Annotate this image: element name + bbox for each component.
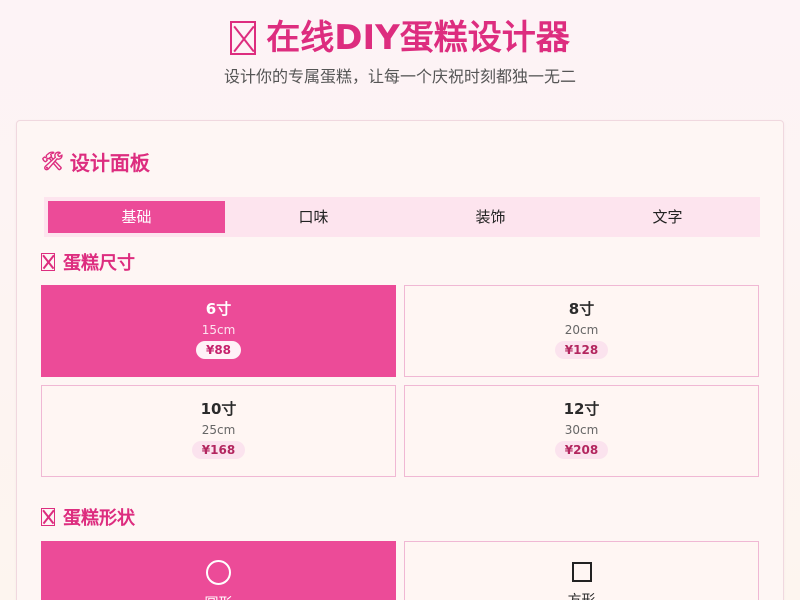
page-title-text: 在线DIY蛋糕设计器	[266, 18, 570, 58]
size-options-grid: 6寸 15cm ¥88 8寸 20cm ¥128 10寸 25cm ¥168 1…	[41, 285, 759, 477]
size-option-6[interactable]: 6寸 15cm ¥88	[41, 285, 396, 377]
size-price-badge: ¥168	[191, 441, 246, 459]
tab-flavor[interactable]: 口味	[225, 201, 402, 233]
size-diameter: 30cm	[564, 423, 599, 437]
size-option-8[interactable]: 8寸 20cm ¥128	[404, 285, 759, 377]
shape-option-round[interactable]: 圆形	[41, 541, 396, 600]
size-label: 10寸	[200, 400, 237, 418]
page-title: 在线DIY蛋糕设计器	[0, 16, 800, 60]
size-label: 6寸	[205, 300, 232, 318]
shape-label: 方形	[405, 590, 758, 600]
design-panel: 🛠 设计面板 基础 口味 装饰 文字 蛋糕尺寸 6寸 15cm ¥88 8寸 2…	[16, 120, 784, 600]
size-price-badge: ¥128	[554, 341, 609, 359]
size-price-badge: ¥88	[195, 341, 242, 359]
size-label: 12寸	[563, 400, 600, 418]
size-diameter: 25cm	[201, 423, 236, 437]
size-diameter: 15cm	[201, 323, 236, 337]
panel-title-text: 设计面板	[69, 151, 150, 175]
shape-section-title: 蛋糕形状	[41, 504, 135, 530]
cake-placeholder-icon	[230, 21, 257, 55]
tab-basic[interactable]: 基础	[48, 201, 225, 233]
size-diameter: 20cm	[564, 323, 599, 337]
tab-text[interactable]: 文字	[579, 201, 756, 233]
shape-option-square[interactable]: 方形	[404, 541, 759, 600]
size-section-title: 蛋糕尺寸	[41, 249, 135, 275]
shape-label: 圆形	[42, 593, 395, 600]
page-subtitle: 设计你的专属蛋糕，让每一个庆祝时刻都独一无二	[223, 67, 576, 86]
tab-decoration[interactable]: 装饰	[402, 201, 579, 233]
tools-icon: 🛠	[41, 151, 64, 172]
size-label: 8寸	[568, 300, 595, 318]
size-section-title-text: 蛋糕尺寸	[63, 253, 135, 274]
tab-bar: 基础 口味 装饰 文字	[44, 197, 760, 237]
cake-shape-icon	[41, 508, 55, 526]
shape-options-grid: 圆形 方形	[41, 541, 759, 600]
size-option-12[interactable]: 12寸 30cm ¥208	[404, 385, 759, 477]
panel-title: 🛠 设计面板	[41, 147, 150, 176]
circle-icon	[206, 560, 231, 585]
square-icon	[571, 562, 592, 582]
shape-section-title-text: 蛋糕形状	[63, 508, 135, 529]
size-price-badge: ¥208	[554, 441, 609, 459]
page-header: 在线DIY蛋糕设计器 设计你的专属蛋糕，让每一个庆祝时刻都独一无二	[0, 0, 800, 110]
cake-size-icon	[41, 253, 55, 271]
size-option-10[interactable]: 10寸 25cm ¥168	[41, 385, 396, 477]
